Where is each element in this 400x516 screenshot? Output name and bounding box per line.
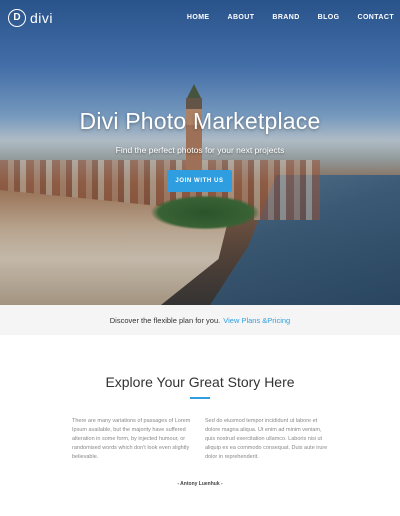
title-divider	[190, 397, 210, 399]
hero-title: Divi Photo Marketplace	[79, 108, 321, 134]
nav-blog[interactable]: BLOG	[318, 14, 340, 21]
hero-section: D divi HOME ABOUT BRAND BLOG CONTACT Div…	[0, 0, 400, 305]
join-button[interactable]: JOIN WITH US	[167, 170, 232, 192]
nav-contact[interactable]: CONTACT	[358, 14, 395, 21]
main-nav: HOME ABOUT BRAND BLOG CONTACT	[169, 14, 394, 21]
nav-home[interactable]: HOME	[187, 14, 210, 21]
story-paragraph-right: Sed do eiusmod tempor incididunt ut labo…	[205, 418, 328, 460]
story-title: Explore Your Great Story Here	[105, 374, 295, 390]
logo-mark-icon: D	[8, 9, 26, 27]
hero-subtitle: Find the perfect photos for your next pr…	[115, 145, 285, 155]
nav-about[interactable]: ABOUT	[228, 14, 255, 21]
story-author: - Antony Luenhuk -	[177, 481, 223, 487]
logo-text: divi	[30, 10, 54, 26]
plan-bar: Discover the flexible plan for you. View…	[0, 305, 400, 335]
view-plans-link[interactable]: View Plans &Pricing	[223, 316, 290, 325]
site-logo[interactable]: D divi	[8, 9, 53, 27]
plan-bar-text: Discover the flexible plan for you.	[109, 315, 221, 325]
story-paragraph-left: There are many variations of passages of…	[72, 418, 191, 460]
nav-brand[interactable]: BRAND	[272, 14, 299, 21]
